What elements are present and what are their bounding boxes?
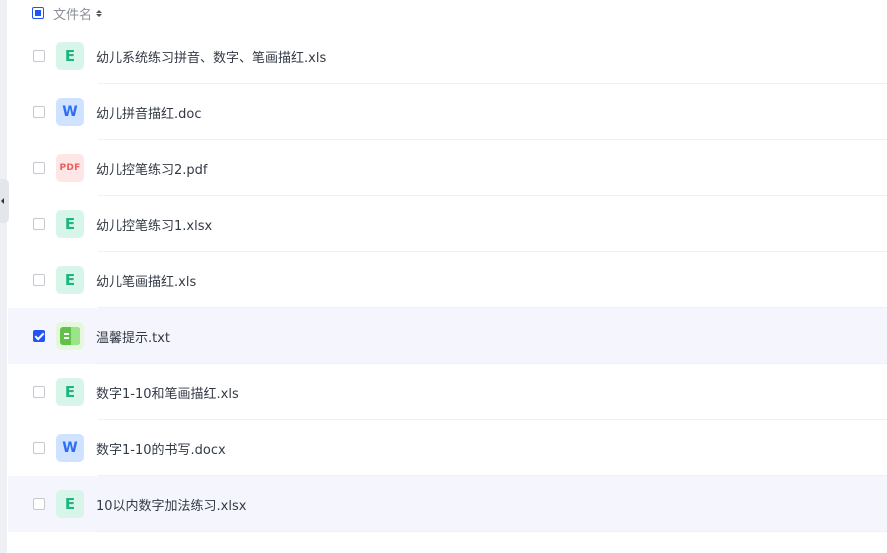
- row-checkbox-checked[interactable]: [33, 330, 45, 342]
- file-name[interactable]: 幼儿控笔练习2.pdf: [96, 159, 207, 178]
- file-row[interactable]: E 幼儿笔画描红.xls: [8, 252, 887, 308]
- file-row[interactable]: E 数字1-10和笔画描红.xls: [8, 364, 887, 420]
- file-name[interactable]: 幼儿控笔练习1.xlsx: [96, 215, 212, 234]
- pdf-icon: PDF: [56, 154, 84, 182]
- row-checkbox[interactable]: [33, 498, 45, 510]
- file-name[interactable]: 幼儿系统练习拼音、数字、笔画描红.xls: [96, 47, 326, 66]
- file-row[interactable]: E 幼儿系统练习拼音、数字、笔画描红.xls: [8, 28, 887, 84]
- file-row[interactable]: PDF 幼儿控笔练习2.pdf: [8, 140, 887, 196]
- file-name[interactable]: 幼儿笔画描红.xls: [96, 271, 196, 290]
- excel-icon: E: [56, 210, 84, 238]
- excel-icon: E: [56, 266, 84, 294]
- row-checkbox[interactable]: [33, 442, 45, 454]
- row-checkbox[interactable]: [33, 386, 45, 398]
- file-name[interactable]: 数字1-10和笔画描红.xls: [96, 383, 239, 402]
- left-rail: [0, 0, 7, 553]
- row-checkbox[interactable]: [33, 50, 45, 62]
- file-list-header: 文件名: [8, 0, 887, 26]
- excel-icon: E: [56, 490, 84, 518]
- file-name[interactable]: 数字1-10的书写.docx: [96, 439, 226, 458]
- column-header-filename[interactable]: 文件名: [53, 4, 103, 23]
- column-header-label: 文件名: [53, 7, 93, 23]
- file-row[interactable]: W 数字1-10的书写.docx: [8, 420, 887, 476]
- row-checkbox[interactable]: [33, 274, 45, 286]
- file-row-selected[interactable]: 温馨提示.txt: [8, 308, 887, 364]
- word-icon: W: [56, 98, 84, 126]
- row-checkbox[interactable]: [33, 162, 45, 174]
- word-icon: W: [56, 434, 84, 462]
- excel-icon: E: [56, 42, 84, 70]
- select-all-checkbox[interactable]: [32, 7, 44, 19]
- file-row-hovered[interactable]: E 10以内数字加法练习.xlsx: [8, 476, 887, 532]
- file-list: E 幼儿系统练习拼音、数字、笔画描红.xls W 幼儿拼音描红.doc PDF …: [8, 28, 887, 532]
- file-row[interactable]: E 幼儿控笔练习1.xlsx: [8, 196, 887, 252]
- excel-icon: E: [56, 378, 84, 406]
- txt-icon: [56, 322, 84, 350]
- file-name[interactable]: 幼儿拼音描红.doc: [96, 103, 202, 122]
- file-name[interactable]: 10以内数字加法练习.xlsx: [96, 495, 246, 514]
- file-row[interactable]: W 幼儿拼音描红.doc: [8, 84, 887, 140]
- sort-icon[interactable]: [96, 9, 103, 17]
- row-checkbox[interactable]: [33, 106, 45, 118]
- file-name[interactable]: 温馨提示.txt: [96, 327, 170, 346]
- row-checkbox[interactable]: [33, 218, 45, 230]
